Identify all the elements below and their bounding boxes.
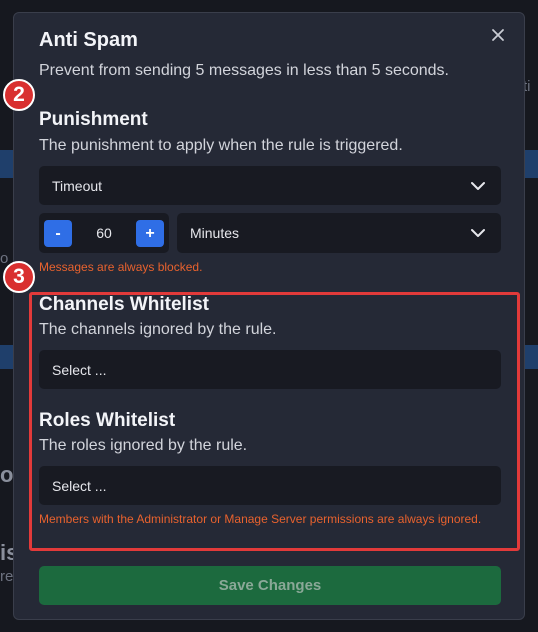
annotation-badge-2: 2	[3, 79, 35, 111]
highlight-box	[29, 292, 520, 551]
punishment-type-select[interactable]: Timeout	[39, 166, 501, 205]
duration-unit-value: Minutes	[190, 225, 240, 241]
chevron-down-icon	[471, 229, 485, 237]
punishment-note: Messages are always blocked.	[39, 260, 203, 274]
save-changes-button[interactable]: Save Changes	[39, 566, 501, 605]
punishment-description: The punishment to apply when the rule is…	[39, 137, 403, 154]
modal-title: Anti Spam	[39, 29, 138, 51]
chevron-down-icon	[471, 182, 485, 190]
annotation-badge-3: 3	[3, 261, 35, 293]
modal-description: Prevent from sending 5 messages in less …	[39, 62, 449, 79]
punishment-title: Punishment	[39, 109, 148, 130]
close-icon[interactable]	[490, 27, 506, 43]
increment-button[interactable]: +	[136, 220, 164, 247]
duration-unit-select[interactable]: Minutes	[177, 213, 501, 253]
background-fragment: re	[0, 568, 14, 585]
decrement-button[interactable]: -	[44, 220, 72, 247]
duration-stepper: - 60 +	[39, 213, 169, 253]
punishment-type-value: Timeout	[52, 177, 103, 194]
duration-input[interactable]: 60	[77, 225, 131, 241]
